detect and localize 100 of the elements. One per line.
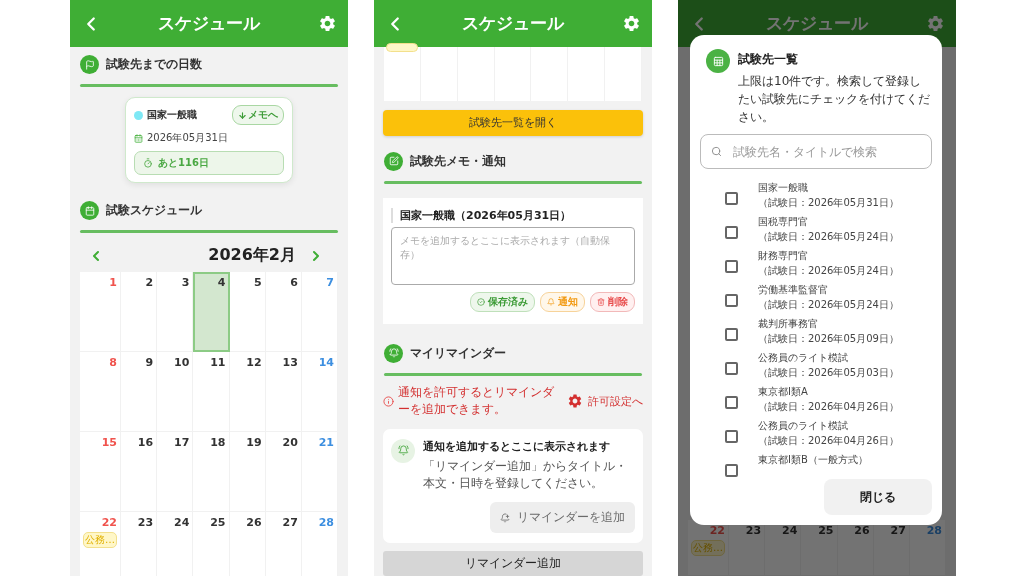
day-number: 2 (145, 276, 154, 289)
calendar-day[interactable]: 13 (265, 352, 302, 432)
checkbox[interactable] (725, 361, 738, 375)
day-number: 19 (246, 436, 262, 449)
exam-name: 公務員のライト模試 (758, 351, 849, 365)
exam-name: 労働基準監督官 (758, 283, 829, 297)
calendar-day[interactable]: 10 (157, 352, 194, 432)
close-button[interactable]: 閉じる (824, 479, 932, 515)
open-exam-list-button[interactable]: 試験先一覧を開く (383, 110, 643, 136)
settings-icon (925, 14, 945, 33)
checkbox[interactable] (725, 327, 738, 341)
calendar-day[interactable]: 8 (80, 352, 121, 432)
bell-icon (391, 438, 415, 463)
day-number: 23 (745, 524, 762, 537)
calendar-day[interactable]: 2 (121, 272, 158, 352)
search-icon (711, 146, 722, 157)
calendar-day[interactable]: 12 (229, 352, 266, 432)
calendar-day[interactable]: 3 (157, 272, 194, 352)
empty-title: 通知を追加するとここに表示されます (423, 438, 611, 454)
checkbox[interactable] (725, 191, 738, 205)
day-number: 24 (174, 516, 190, 529)
section-icon (80, 201, 99, 220)
checkbox[interactable] (725, 293, 738, 307)
exam-name: 公務員のライト模試 (758, 419, 849, 433)
exam-name: 国家一般職 (758, 181, 809, 195)
day-number: 9 (145, 356, 154, 369)
add-reminder-button[interactable]: リマインダー追加 (383, 551, 643, 576)
day-number: 22 (101, 516, 117, 529)
calendar-day[interactable]: 20 (265, 432, 302, 512)
memo-title: 国家一般職（2026年05月31日） (391, 207, 635, 223)
day-number: 14 (318, 356, 334, 369)
day-number: 13 (282, 356, 298, 369)
calendar-day[interactable]: 5 (229, 272, 266, 352)
month-title: 2026年2月 (208, 245, 296, 266)
day-number: 4 (217, 276, 226, 289)
exam-date: （試験日：2026年05月09日） (758, 332, 899, 346)
checkbox[interactable] (725, 429, 738, 443)
exam-date: （試験日：2026年05月24日） (758, 264, 899, 278)
dialog-description: 上限は10件です。検索して登録したい試験先にチェックを付けてください。 (738, 73, 931, 126)
day-number: 26 (854, 524, 870, 537)
calendar-day[interactable]: 9 (121, 352, 158, 432)
exam-date: （試験日：2026年05月03日） (758, 366, 899, 380)
day-number: 6 (290, 276, 298, 289)
exam-date: （試験日：2026年05月24日） (758, 230, 899, 244)
day-number: 12 (246, 356, 262, 369)
day-number: 7 (326, 276, 334, 289)
exam-date: 2026年05月31日 (147, 131, 228, 145)
day-number: 5 (254, 276, 262, 289)
day-number: 1 (109, 276, 117, 289)
day-number: 15 (101, 436, 117, 449)
section-icon (384, 343, 403, 363)
calendar-day[interactable]: 11 (193, 352, 230, 432)
list-icon (706, 49, 730, 73)
screen-title: スケジュール (766, 12, 868, 35)
memo-field[interactable]: メモを追加するとここに表示されます（自動保存） (391, 226, 635, 285)
checkbox[interactable] (725, 225, 738, 239)
day-number: 17 (174, 436, 190, 449)
checkbox[interactable] (725, 395, 738, 409)
calendar-icon (134, 133, 143, 143)
calendar-day[interactable]: 18 (193, 432, 230, 512)
exam-name: 国税専門官 (758, 215, 809, 229)
exam-date: （試験日：2026年05月31日） (758, 196, 899, 210)
search-field[interactable]: 試験先名・タイトルで検索 (700, 134, 932, 169)
exam-name: 財務専門官 (758, 249, 809, 263)
exam-date: （試験日：2026年05月24日） (758, 298, 899, 312)
exam-name: 裁判所事務官 (758, 317, 819, 331)
delete-button[interactable]: 削除 (590, 291, 635, 312)
calendar-day[interactable]: 17 (157, 432, 194, 512)
day-number: 16 (137, 436, 154, 449)
day-number: 25 (210, 516, 226, 529)
calendar-day[interactable]: 6 (265, 272, 302, 352)
empty-description: 「リマインダー追加」からタイトル・本文・日時を登録してください。 (423, 457, 628, 492)
day-number: 25 (818, 524, 834, 537)
day-number: 22 (709, 524, 725, 537)
day-number: 28 (318, 516, 334, 529)
calendar-day[interactable]: 4 (193, 272, 230, 352)
exam-date: （試験日：2026年04月26日） (758, 434, 899, 448)
calendar-day[interactable]: 16 (121, 432, 158, 512)
calendar-day[interactable]: 19 (229, 432, 266, 512)
dialog-title: 試験先一覧 (738, 51, 799, 68)
day-number: 26 (246, 516, 262, 529)
info-icon (383, 395, 394, 407)
trash-icon (597, 297, 605, 306)
arrow-down-icon (238, 110, 247, 120)
checkbox[interactable] (725, 259, 738, 273)
day-number: 3 (181, 276, 190, 289)
timer-icon (143, 158, 153, 168)
checkbox[interactable] (725, 463, 738, 477)
section-title: マイリマインダー (410, 344, 506, 362)
bell-plus-icon (500, 512, 510, 523)
section-title: 試験先メモ・通知 (410, 152, 506, 170)
day-number: 24 (782, 524, 798, 537)
day-number: 18 (210, 436, 226, 449)
day-number: 27 (282, 516, 298, 529)
day-number: 8 (109, 356, 117, 369)
day-number: 21 (318, 436, 334, 449)
settings-icon (317, 14, 337, 33)
day-number: 11 (210, 356, 226, 369)
permission-settings-link[interactable]: 許可設定へ (567, 393, 643, 410)
section-icon (80, 55, 99, 74)
